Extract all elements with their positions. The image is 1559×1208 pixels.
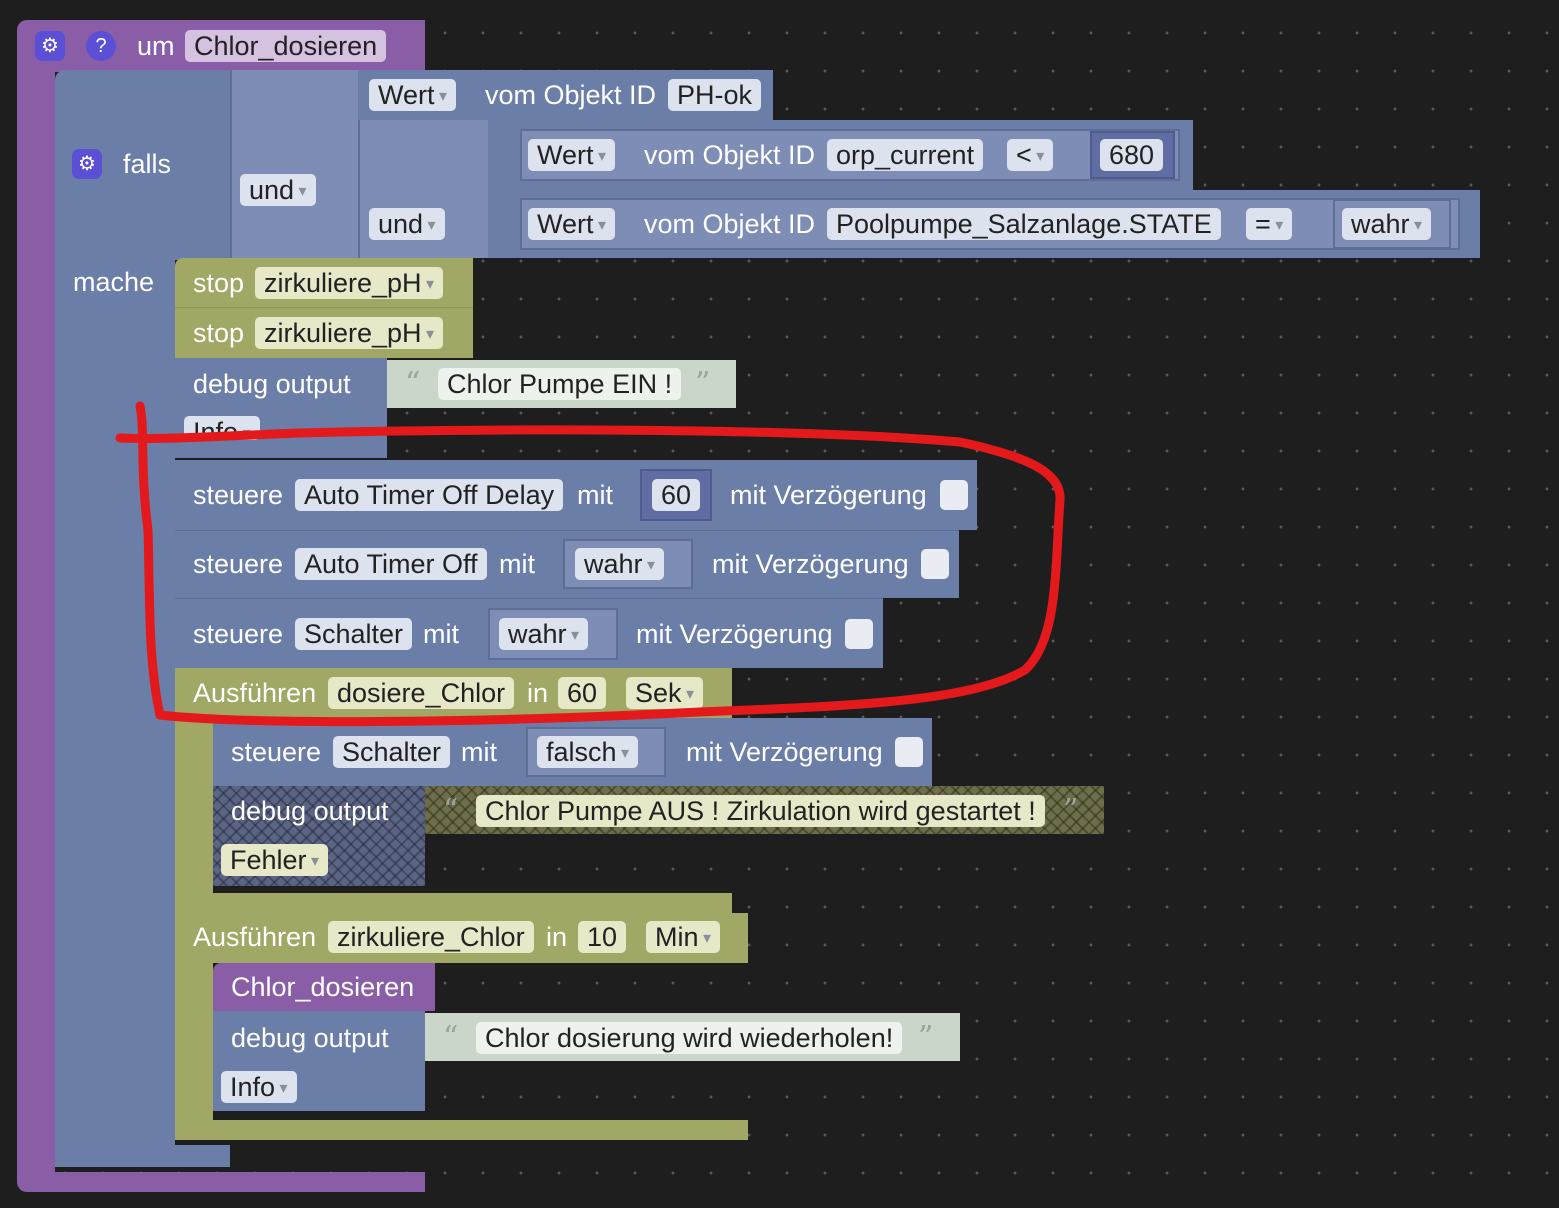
red-annotation-outline [115, 401, 1065, 727]
